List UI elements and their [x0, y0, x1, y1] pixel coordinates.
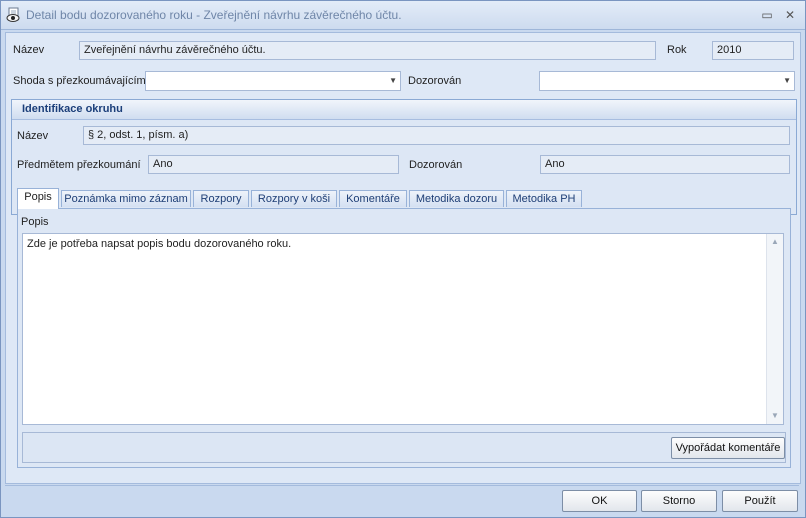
tab-komentare[interactable]: Komentáře — [339, 190, 407, 207]
identifikace-header: Identifikace okruhu — [12, 100, 796, 120]
storno-button[interactable]: Storno — [641, 490, 717, 512]
comments-strip: Vypořádat komentáře — [22, 432, 786, 463]
pouzit-button[interactable]: Použít — [722, 490, 798, 512]
tab-metodika-ph[interactable]: Metodika PH — [506, 190, 582, 207]
tab-popis[interactable]: Popis — [17, 188, 59, 209]
predmetem-label: Předmětem přezkoumání — [17, 159, 141, 171]
dialog-footer: OK Storno Použít — [5, 485, 799, 515]
popis-panel: Popis Zde je potřeba napsat popis bodu d… — [17, 208, 791, 468]
tab-poznamka-mimo-zaznam[interactable]: Poznámka mimo záznam — [61, 190, 191, 207]
shoda-select[interactable]: ▼ — [145, 71, 401, 91]
popis-label: Popis — [21, 216, 49, 228]
maximize-icon[interactable]: ▭ — [759, 7, 775, 23]
popis-text: Zde je potřeba napsat popis bodu dozorov… — [27, 238, 292, 250]
chevron-down-icon: ▼ — [389, 76, 397, 85]
dozorovan-select[interactable]: ▼ — [539, 71, 795, 91]
nazev-label: Název — [13, 44, 45, 56]
nazev-field: Zveřejnění návrhu závěrečného účtu. — [79, 41, 656, 60]
vertical-scrollbar[interactable]: ▲ ▼ — [766, 234, 783, 424]
rok-field: 2010 — [712, 41, 794, 60]
title-bar[interactable]: Detail bodu dozorovaného roku - Zveřejně… — [1, 1, 805, 30]
scroll-down-icon[interactable]: ▼ — [767, 408, 783, 424]
window-title: Detail bodu dozorovaného roku - Zveřejně… — [26, 8, 402, 22]
tab-rozpory[interactable]: Rozpory — [193, 190, 249, 207]
okruh-nazev-label: Název — [17, 130, 49, 142]
scroll-up-icon[interactable]: ▲ — [767, 234, 783, 250]
chevron-down-icon: ▼ — [783, 76, 791, 85]
predmetem-field: Ano — [148, 155, 399, 174]
okruh-dozorovan-label: Dozorován — [409, 159, 463, 171]
dialog-window: Detail bodu dozorovaného roku - Zveřejně… — [0, 0, 806, 518]
okruh-nazev-field: § 2, odst. 1, písm. a) — [83, 126, 790, 145]
rok-label: Rok — [667, 44, 687, 56]
dozorovan-label: Dozorován — [408, 75, 462, 87]
tab-metodika-dozoru[interactable]: Metodika dozoru — [409, 190, 504, 207]
vyporadat-komentare-button[interactable]: Vypořádat komentáře — [671, 437, 785, 459]
ok-button[interactable]: OK — [562, 490, 637, 512]
okruh-dozorovan-field: Ano — [540, 155, 790, 174]
eye-document-icon — [6, 7, 22, 23]
tab-rozpory-v-kosi[interactable]: Rozpory v koši — [251, 190, 337, 207]
popis-textarea[interactable]: Zde je potřeba napsat popis bodu dozorov… — [22, 233, 784, 425]
shoda-label: Shoda s přezkoumávajícím — [13, 75, 146, 87]
close-icon[interactable]: ✕ — [782, 7, 798, 23]
form-content: Název Zveřejnění návrhu závěrečného účtu… — [5, 32, 801, 484]
